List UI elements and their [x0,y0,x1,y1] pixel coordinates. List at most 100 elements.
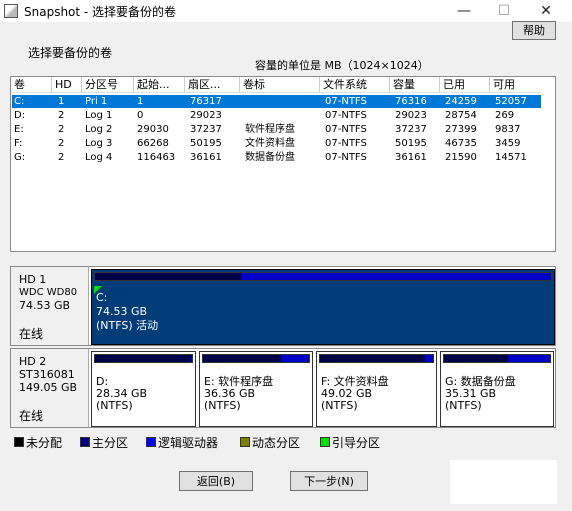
cell-filesystem: 07-NTFS [325,110,367,121]
disk-size: 74.53 GB [19,299,71,312]
volume-list[interactable]: 卷 HD 分区号 起始... 扇区... 卷标 文件系统 容量 已用 可用 C:… [10,76,556,252]
table-row[interactable]: E: 2 Log 2 29030 37237 软件程序盘 07-NTFS 372… [12,123,542,136]
partition-g[interactable]: G: 数据备份盘 35.31 GB (NTFS) [440,351,554,427]
cell-volume: F: [14,138,23,149]
column-header-capacity[interactable]: 容量 [390,77,440,93]
disk-map-hd2: HD 2 ST316081 149.05 GB 在线 D: 28.34 GB (… [10,348,556,428]
cell-partition: Log 1 [85,110,113,121]
cell-start: 0 [137,110,144,121]
cell-volume: D: [14,110,26,121]
cell-label: 文件资料盘 [245,138,295,149]
column-header-sectors[interactable]: 扇区... [185,77,240,93]
cell-label: 软件程序盘 [245,124,295,135]
cell-partition: Log 2 [85,124,113,135]
partition-type: (NTFS) [204,399,241,412]
partition-c[interactable]: C: 74.53 GB (NTFS) 活动 [91,269,555,345]
cell-label: 数据备份盘 [245,152,295,163]
unit-label: 容量的单位是 MB（1024×1024） [255,59,429,72]
legend-label: 未分配 [26,436,63,450]
cell-used: 24259 [445,96,477,107]
partition-usage-fill [320,355,426,362]
legend-label: 动态分区 [252,436,301,450]
disk-name: HD 1 [19,273,47,286]
disk-size: 149.05 GB [19,381,78,394]
partition-d[interactable]: D: 28.34 GB (NTFS) [91,351,196,427]
minimize-button[interactable]: — [446,0,482,22]
cell-start: 29030 [137,124,169,135]
next-button[interactable]: 下一步(N) [290,471,368,491]
disk-model: ST316081 [19,368,75,381]
partition-type: (NTFS) 活动 [96,319,159,332]
disk-info-hd2: HD 2 ST316081 149.05 GB 在线 [11,349,89,427]
cell-capacity: 36161 [395,152,427,163]
cell-capacity: 37237 [395,124,427,135]
disk-model: WDC WD80 [19,287,78,298]
cell-hd: 2 [58,138,65,149]
legend-swatch [146,437,156,447]
disk-name: HD 2 [19,355,47,368]
column-header-label[interactable]: 卷标 [240,77,320,93]
partition-usage-fill [95,355,192,362]
cell-free: 14571 [495,152,527,163]
disk-status: 在线 [19,409,44,423]
cell-filesystem: 07-NTFS [325,96,367,107]
cell-hd: 1 [58,96,65,107]
cell-hd: 2 [58,124,65,135]
app-icon [4,4,18,18]
partition-usage-bar [319,354,434,363]
legend-swatch [14,437,24,447]
help-button[interactable]: 帮助 [512,21,556,40]
cell-hd: 2 [58,110,65,121]
cell-free: 9837 [495,124,521,135]
table-row[interactable]: G: 2 Log 4 116463 36161 数据备份盘 07-NTFS 36… [12,151,542,164]
partition-usage-bar [94,272,552,281]
partition-usage-fill [95,273,241,280]
blank-area [450,460,557,504]
cell-used: 46735 [445,138,477,149]
partition-usage-bar [94,354,193,363]
legend-logical: 逻辑驱动器 [146,434,218,451]
partition-usage-fill [444,355,508,362]
table-row[interactable]: D: 2 Log 1 0 29023 07-NTFS 29023 28754 2… [12,109,542,122]
partition-drive: C: [96,291,108,304]
column-header-used[interactable]: 已用 [440,77,490,93]
legend-swatch [320,437,330,447]
cell-sectors: 76317 [190,96,222,107]
partition-e[interactable]: E: 软件程序盘 36.36 GB (NTFS) [199,351,313,427]
column-header-start[interactable]: 起始... [134,77,185,93]
cell-used: 21590 [445,152,477,163]
column-header-hd[interactable]: HD [52,77,82,93]
partition-type: (NTFS) [445,399,482,412]
cell-volume: G: [14,152,26,163]
disk-info-hd1: HD 1 WDC WD80 74.53 GB 在线 [11,267,89,345]
cell-hd: 2 [58,152,65,163]
cell-capacity: 50195 [395,138,427,149]
partition-f[interactable]: F: 文件资料盘 49.02 GB (NTFS) [316,351,437,427]
table-row[interactable]: F: 2 Log 3 66268 50195 文件资料盘 07-NTFS 501… [12,137,542,150]
column-header-volume[interactable]: 卷 [11,77,52,93]
column-header-filesystem[interactable]: 文件系统 [320,77,390,93]
close-button[interactable]: ✕ [528,0,564,22]
cell-free: 269 [495,110,515,121]
cell-free: 3459 [495,138,521,149]
column-header-partition[interactable]: 分区号 [82,77,134,93]
disk-status: 在线 [19,327,44,341]
back-button[interactable]: 返回(B) [179,471,253,491]
cell-used: 28754 [445,110,477,121]
partition-size: 74.53 GB [96,305,148,318]
cell-sectors: 29023 [190,110,222,121]
legend-label: 主分区 [92,436,129,450]
partition-type: (NTFS) [321,399,358,412]
table-row[interactable]: C: 1 Pri 1 1 76317 07-NTFS 76316 24259 5… [12,95,542,108]
cell-partition: Pri 1 [85,96,108,107]
cell-start: 116463 [137,152,176,163]
partition-type: (NTFS) [96,399,133,412]
column-header-free[interactable]: 可用 [490,77,542,93]
cell-volume: C: [14,96,25,107]
cell-capacity: 29023 [395,110,427,121]
legend-label: 逻辑驱动器 [158,436,219,450]
cell-partition: Log 4 [85,152,113,163]
maximize-button[interactable]: ☐ [486,0,522,22]
cell-sectors: 50195 [190,138,222,149]
section-label: 选择要备份的卷 [28,46,113,60]
